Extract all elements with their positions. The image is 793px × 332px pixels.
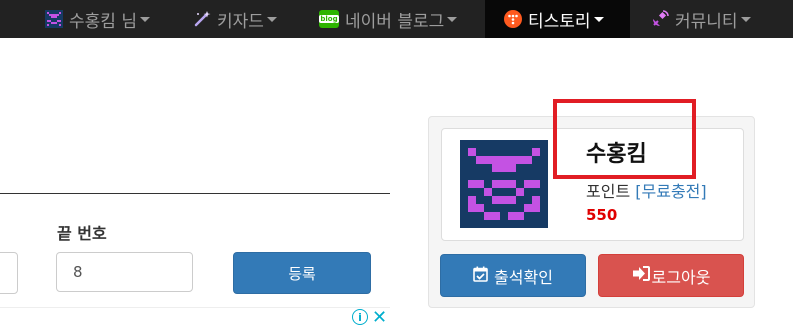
ad-banner	[0, 307, 390, 332]
avatar	[460, 140, 548, 228]
nav-keyword-label: 키자드	[217, 11, 264, 32]
calendar-check-icon	[473, 266, 488, 286]
magic-wand-icon	[193, 10, 211, 28]
highlight-box	[553, 99, 696, 179]
close-icon[interactable]: ✕	[372, 307, 387, 328]
chevron-down-icon	[593, 16, 604, 22]
nav-tistory-menu[interactable]: 티스토리	[485, 0, 630, 38]
logout-button[interactable]: 로그아웃	[598, 254, 744, 297]
nav-community-menu[interactable]: 커뮤니티	[651, 0, 751, 38]
logout-label: 로그아웃	[651, 267, 711, 287]
start-number-input[interactable]	[0, 252, 18, 294]
end-number-label: 끝 번호	[57, 224, 107, 243]
nav-tistory-label: 티스토리	[528, 11, 591, 32]
sign-out-icon	[632, 266, 650, 285]
nav-keyword-menu[interactable]: 키자드	[193, 0, 277, 38]
top-navbar: 수홍킴 님 키자드 blog 네이버 블로그 티스토리 커뮤니티	[0, 0, 793, 38]
satellite-icon	[651, 10, 669, 28]
nav-community-label: 커뮤니티	[675, 11, 738, 32]
grid-avatar-icon	[45, 10, 63, 28]
register-button[interactable]: 등록	[233, 252, 371, 294]
section-divider	[0, 193, 390, 194]
chevron-down-icon	[139, 16, 150, 22]
nav-naver-menu[interactable]: blog 네이버 블로그	[319, 0, 458, 38]
point-label: 포인트	[586, 182, 631, 201]
end-number-input[interactable]	[56, 252, 193, 292]
point-value: 550	[586, 206, 618, 224]
tistory-icon	[504, 10, 522, 28]
nav-user-label: 수홍킴 님	[69, 11, 137, 32]
naver-blog-icon: blog	[319, 10, 339, 28]
point-line: 포인트 [무료충전]	[586, 178, 707, 202]
info-icon[interactable]: i	[352, 309, 368, 325]
chevron-down-icon	[447, 16, 458, 22]
free-charge-link[interactable]: [무료충전]	[635, 182, 706, 201]
nav-naver-label: 네이버 블로그	[345, 11, 445, 32]
attendance-label: 출석확인	[494, 267, 553, 287]
nav-user-menu[interactable]: 수홍킴 님	[45, 0, 150, 38]
attendance-button[interactable]: 출석확인	[440, 254, 586, 297]
chevron-down-icon	[266, 16, 277, 22]
chevron-down-icon	[740, 16, 751, 22]
naver-blog-icon-text: blog	[319, 15, 339, 23]
